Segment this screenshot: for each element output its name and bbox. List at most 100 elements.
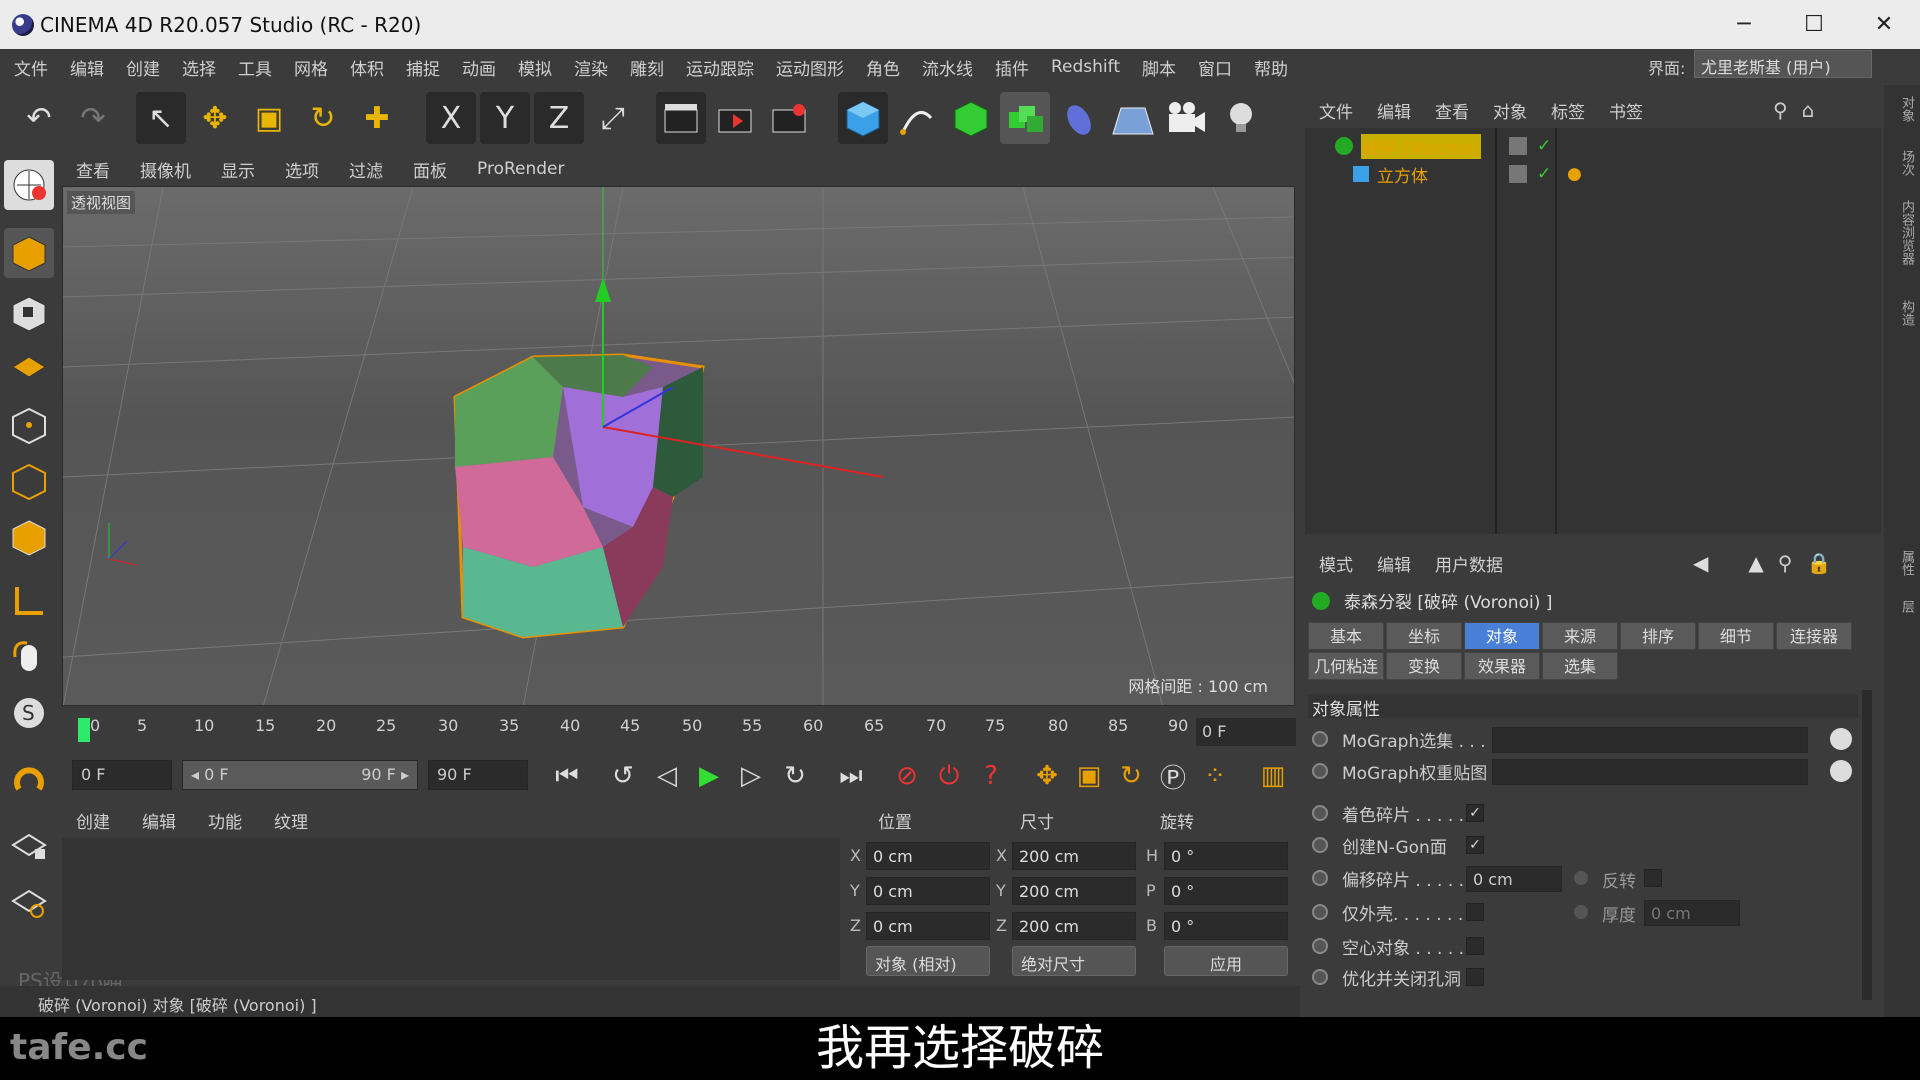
menu-help[interactable]: 帮助 (1254, 55, 1288, 80)
pick-icon[interactable] (1830, 728, 1852, 750)
search-icon[interactable]: ⚲ (1778, 551, 1793, 575)
rot-b-field[interactable]: 0 ° (1164, 912, 1288, 940)
om-menu-objects[interactable]: 对象 (1493, 98, 1527, 123)
menu-sculpt[interactable]: 雕刻 (630, 55, 664, 80)
size-x-field[interactable]: 200 cm (1012, 842, 1136, 870)
invert-checkbox[interactable] (1644, 869, 1662, 887)
tab-selections[interactable]: 选集 (1542, 652, 1618, 680)
animate-radio[interactable] (1312, 731, 1328, 747)
vp-menu-options[interactable]: 选项 (285, 157, 319, 182)
size-z-field[interactable]: 200 cm (1012, 912, 1136, 940)
workplane-mode-icon[interactable] (4, 342, 54, 392)
mograph-selection-field[interactable] (1492, 727, 1808, 753)
tab-content-browser-side[interactable]: 内容浏览器 (1886, 200, 1916, 265)
layout-dropdown[interactable]: 尤里老斯基 (用户) (1694, 50, 1872, 78)
animate-radio[interactable] (1312, 969, 1328, 985)
record-active-objects-icon[interactable]: ⊘ (888, 758, 926, 794)
cloner-icon[interactable] (1000, 92, 1050, 144)
editor-visibility-icon[interactable] (1509, 137, 1527, 155)
tab-basic[interactable]: 基本 (1308, 622, 1384, 650)
tab-sorting[interactable]: 排序 (1620, 622, 1696, 650)
om-menu-view[interactable]: 查看 (1435, 98, 1469, 123)
color-fragments-checkbox[interactable]: ✓ (1466, 804, 1484, 822)
menu-create[interactable]: 创建 (126, 55, 160, 80)
enabled-check-icon[interactable]: ✓ (1537, 164, 1551, 184)
key-parameter-icon[interactable]: Ⓟ (1154, 758, 1192, 794)
key-point-level-icon[interactable]: ⁘ (1196, 758, 1234, 794)
animate-radio[interactable] (1312, 763, 1328, 779)
next-key-icon[interactable]: ↻ (776, 758, 814, 794)
previous-key-icon[interactable]: ↺ (604, 758, 642, 794)
select-tool-button[interactable]: ↖ (136, 92, 186, 144)
goto-start-icon[interactable]: ⏮ (548, 758, 586, 794)
z-axis-button[interactable]: Z (534, 92, 584, 144)
close-button[interactable]: ✕ (1850, 0, 1918, 49)
tab-detail[interactable]: 细节 (1698, 622, 1774, 650)
menu-script[interactable]: 脚本 (1142, 55, 1176, 80)
attribute-scrollbar[interactable] (1862, 690, 1872, 1000)
mat-menu-create[interactable]: 创建 (76, 808, 110, 833)
tab-effectors[interactable]: 效果器 (1464, 652, 1540, 680)
next-frame-icon[interactable]: ▷ (732, 758, 770, 794)
move-tool-button[interactable]: ✥ (190, 92, 240, 144)
tab-geometry-glue[interactable]: 几何粘连 (1308, 652, 1384, 680)
last-tool-button[interactable]: ✚ (352, 92, 402, 144)
max-time-field[interactable]: 90 F (428, 760, 528, 790)
om-menu-file[interactable]: 文件 (1319, 98, 1353, 123)
menu-edit[interactable]: 编辑 (70, 55, 104, 80)
mograph-weight-field[interactable] (1492, 759, 1808, 785)
menu-select[interactable]: 选择 (182, 55, 216, 80)
timeline-ruler[interactable]: 0 5 10 15 20 25 30 35 40 45 50 55 60 65 … (62, 708, 1295, 748)
vp-menu-prorender[interactable]: ProRender (477, 159, 565, 179)
tweak-mode-icon[interactable] (4, 632, 54, 682)
key-position-icon[interactable]: ✥ (1028, 758, 1066, 794)
camera-icon[interactable] (1162, 92, 1212, 144)
subdivision-surface-icon[interactable] (946, 92, 996, 144)
tab-coord[interactable]: 坐标 (1386, 622, 1462, 650)
size-mode-dropdown[interactable]: 绝对尺寸 (1012, 946, 1136, 976)
object-name-voronoi[interactable]: 破碎 (Voronoi) (1361, 133, 1482, 159)
enabled-check-icon[interactable]: ✓ (1537, 136, 1551, 156)
am-menu-mode[interactable]: 模式 (1319, 551, 1353, 576)
menu-mograph[interactable]: 运动图形 (776, 55, 844, 80)
menu-mesh[interactable]: 网格 (294, 55, 328, 80)
rot-p-field[interactable]: 0 ° (1164, 877, 1288, 905)
animate-radio[interactable] (1574, 871, 1588, 885)
back-arrow-icon[interactable]: ◀ (1693, 551, 1708, 575)
menu-redshift[interactable]: Redshift (1051, 57, 1120, 77)
tab-takes-side[interactable]: 场次 (1886, 150, 1916, 176)
x-axis-button[interactable]: X (426, 92, 476, 144)
animate-radio[interactable] (1312, 904, 1328, 920)
workplane-orient-icon[interactable] (4, 876, 54, 926)
pos-z-field[interactable]: 0 cm (866, 912, 990, 940)
tab-transform[interactable]: 变换 (1386, 652, 1462, 680)
coordinate-mode-dropdown[interactable]: 对象 (相对) (866, 946, 990, 976)
tab-sources[interactable]: 来源 (1542, 622, 1618, 650)
menu-pipeline[interactable]: 流水线 (922, 55, 973, 80)
menu-render[interactable]: 渲染 (574, 55, 608, 80)
timeline-window-icon[interactable]: ▥ (1254, 758, 1292, 794)
menu-simulate[interactable]: 模拟 (518, 55, 552, 80)
maximize-button[interactable]: ☐ (1780, 0, 1848, 49)
current-frame-field[interactable]: 0 F (1196, 718, 1296, 746)
goto-end-icon[interactable]: ⏭ (832, 758, 870, 794)
enable-axis-icon[interactable] (4, 576, 54, 626)
play-icon[interactable]: ▶ (690, 758, 728, 794)
tab-connector[interactable]: 连接器 (1776, 622, 1852, 650)
object-row-voronoi[interactable]: 破碎 (Voronoi) ✓ (1305, 132, 1881, 160)
vp-menu-cameras[interactable]: 摄像机 (140, 157, 191, 182)
offset-fragments-field[interactable]: 0 cm (1466, 866, 1562, 892)
vp-menu-display[interactable]: 显示 (221, 157, 255, 182)
menu-tools[interactable]: 工具 (238, 55, 272, 80)
am-menu-edit[interactable]: 编辑 (1377, 551, 1411, 576)
material-manager-area[interactable] (62, 838, 840, 980)
apply-button[interactable]: 应用 (1164, 946, 1288, 976)
menu-volume[interactable]: 体积 (350, 55, 384, 80)
previous-frame-icon[interactable]: ◁ (648, 758, 686, 794)
editor-visibility-icon[interactable] (1509, 165, 1527, 183)
texture-mode-icon[interactable] (4, 288, 54, 338)
perspective-viewport[interactable]: 透视视图 网格间距 : 100 cm (62, 186, 1295, 706)
menu-snap[interactable]: 捕捉 (406, 55, 440, 80)
render-settings-icon[interactable] (764, 92, 814, 144)
animate-radio[interactable] (1574, 905, 1588, 919)
